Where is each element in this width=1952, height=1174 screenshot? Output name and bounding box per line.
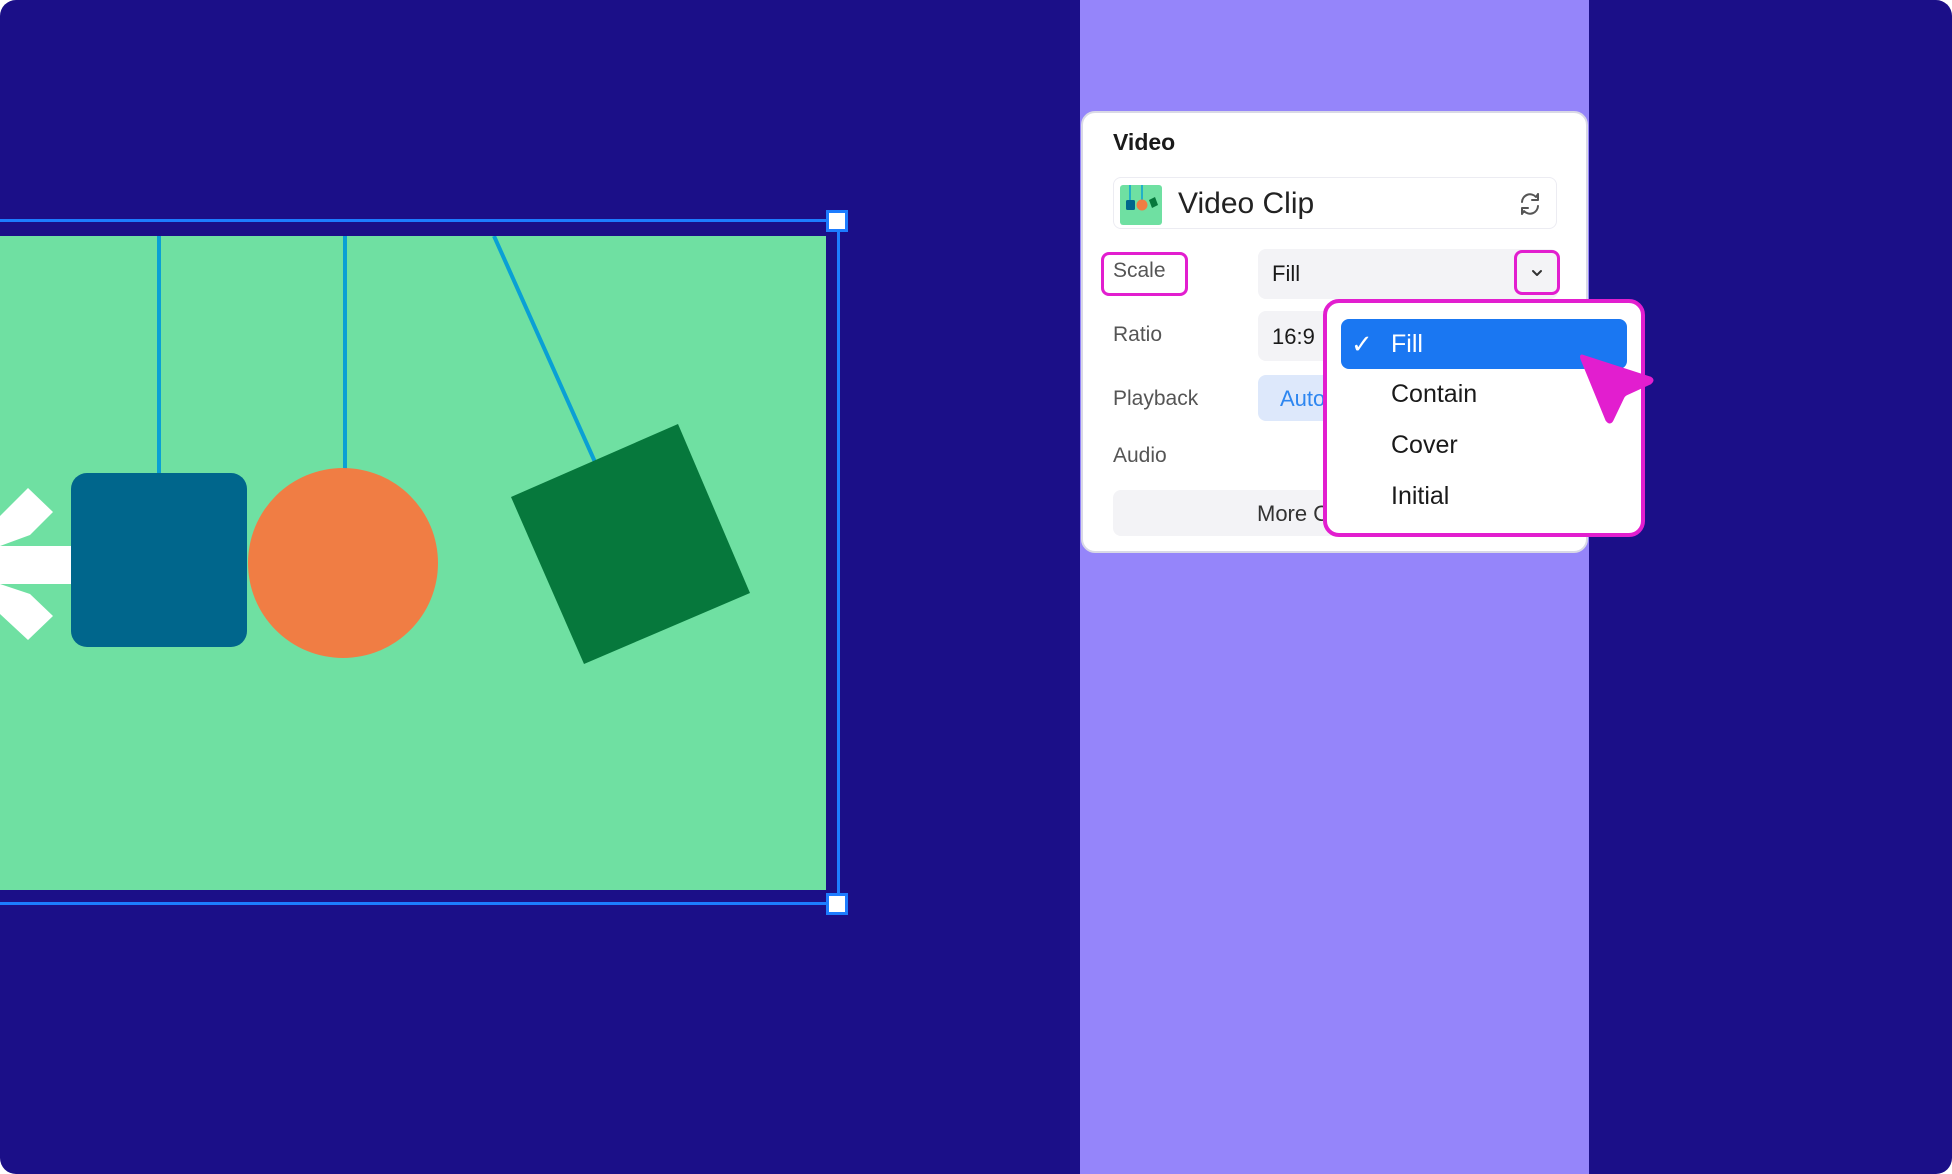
video-clip-layer[interactable] [0,236,826,890]
app-frame: Video Video Clip Scale Fill Ratio 16:9 P… [0,0,1952,1174]
ratio-value: 16:9 [1272,324,1315,349]
dropdown-option-label: Fill [1391,330,1423,358]
selection-border-bottom [0,902,838,905]
playback-value: Auto [1280,386,1326,411]
scale-label-highlight [1101,252,1188,296]
scale-dropdown-toggle[interactable] [1514,250,1560,295]
canvas [0,0,1080,1174]
video-scene [0,236,750,664]
dropdown-option-label: Initial [1391,482,1450,510]
arrow-shape [0,488,75,640]
dropdown-option-label: Contain [1391,380,1478,408]
rotated-square-shape [511,424,750,664]
video-clip-row[interactable]: Video Clip [1113,177,1557,229]
playback-label: Playback [1113,387,1199,410]
scale-select-value: Fill [1272,261,1301,286]
scale-select[interactable]: Fill [1258,249,1558,299]
circle-shape [248,468,438,658]
panel-title: Video [1113,129,1176,155]
square-shape [71,473,247,647]
chevron-down-icon [1532,269,1542,276]
video-thumbnail [1120,185,1162,225]
more-options-label: More O [1257,501,1331,526]
cursor-pointer-icon [1580,354,1654,424]
selection-border-right [837,220,840,904]
check-icon: ✓ [1351,329,1373,359]
ratio-label: Ratio [1113,323,1163,346]
resize-handle-top-right[interactable] [826,210,848,232]
dropdown-option-initial[interactable]: Initial [1341,471,1627,521]
video-clip-name: Video Clip [1178,187,1315,220]
audio-label: Audio [1113,444,1167,467]
resize-handle-bottom-right[interactable] [826,893,848,915]
swap-icon[interactable] [1516,190,1544,218]
dropdown-option-label: Cover [1391,431,1458,459]
selection-border-top [0,219,838,222]
